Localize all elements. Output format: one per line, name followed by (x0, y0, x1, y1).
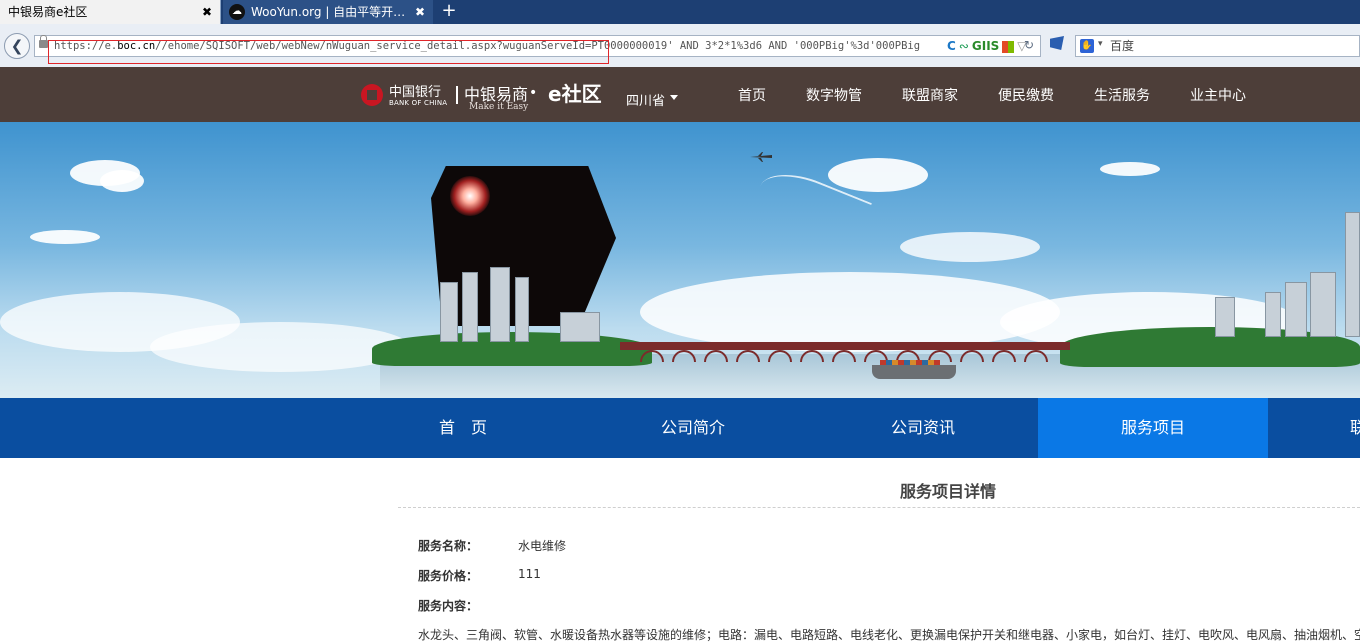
divider (398, 507, 1360, 508)
chevron-down-icon[interactable]: ▾ (1098, 39, 1103, 49)
building (462, 272, 478, 342)
bridge-arch (640, 350, 664, 362)
top-nav-owner-center[interactable]: 业主中心 (1190, 85, 1246, 105)
subnav-company-intro[interactable]: 公司简介 (578, 398, 808, 458)
bridge-arch (704, 350, 728, 362)
baidu-paw-icon[interactable]: ✋ (1080, 39, 1094, 53)
lens-flare (450, 176, 490, 216)
tab-wooyun[interactable]: ☁ WooYun.org | 自由平等开… ✖ (223, 0, 433, 24)
giis-badge[interactable]: GIIS (972, 39, 999, 53)
c-logo-icon[interactable]: C (947, 39, 956, 53)
bridge (620, 342, 1070, 350)
building (1215, 297, 1235, 337)
bridge-arch (992, 350, 1016, 362)
extension-icon[interactable] (1050, 36, 1064, 50)
bridge-arch (736, 350, 760, 362)
brand-divider (456, 86, 458, 104)
service-description: 水龙头、三角阀、软管、水暖设备热水器等设施的维修；电路：漏电、电路短路、电线老化… (418, 628, 1360, 642)
wave-icon[interactable]: ∾ (959, 39, 969, 53)
lock-icon (39, 35, 48, 48)
building (1310, 272, 1336, 337)
subnav-partial-item[interactable]: 联 (1268, 398, 1360, 458)
cloud (640, 272, 1060, 352)
sub-navigation: 首 页 公司简介 公司资讯 服务项目 联 (0, 398, 1360, 458)
tab-e-community[interactable]: 中银易商e社区 ✖ (0, 0, 221, 24)
building (560, 312, 600, 342)
site-title: e社区 (548, 82, 602, 106)
service-price-label: 服务价格： (418, 569, 479, 583)
building (515, 277, 529, 342)
top-nav-merchants[interactable]: 联盟商家 (902, 85, 958, 105)
cloud (828, 158, 928, 192)
brand-dot: • (529, 85, 538, 101)
building (490, 267, 510, 342)
service-price-value: 111 (518, 567, 541, 581)
bridge-arch (800, 350, 824, 362)
service-name-value: 水电维修 (518, 539, 567, 553)
subnav-company-news[interactable]: 公司资讯 (808, 398, 1038, 458)
bank-name-en: BANK OF CHINA (389, 99, 448, 107)
subnav-service-items[interactable]: 服务项目 (1038, 398, 1268, 458)
search-engine-label: 百度 (1110, 39, 1135, 53)
bank-name-cn: 中国银行 (389, 85, 442, 100)
cloud (1100, 162, 1160, 176)
bank-of-china-logo-icon[interactable] (361, 84, 383, 106)
address-bar-extension-icons: C ∾ GIIS ▽ (947, 39, 1030, 53)
cloud (900, 232, 1040, 262)
bridge-arch (1024, 350, 1048, 362)
top-nav-home[interactable]: 首页 (738, 85, 766, 105)
site-header: 中国银行 BANK OF CHINA 中银易商 Make it Easy • e… (0, 67, 1360, 122)
close-icon[interactable]: ✖ (202, 0, 212, 24)
back-arrow-icon[interactable]: ❮ (4, 33, 30, 59)
bridge-arch (768, 350, 792, 362)
building (440, 282, 458, 342)
reload-icon[interactable]: ↻ (1024, 38, 1034, 52)
chevron-down-icon[interactable] (670, 95, 678, 100)
windows-grid-icon[interactable] (1002, 40, 1015, 53)
plane-icon (750, 152, 772, 162)
wooyun-favicon-icon: ☁ (229, 4, 245, 20)
close-icon[interactable]: ✖ (415, 0, 425, 24)
top-nav-life-services[interactable]: 生活服务 (1094, 85, 1150, 105)
cloud (100, 170, 144, 192)
top-nav-payments[interactable]: 便民缴费 (998, 85, 1054, 105)
url-highlight-box (48, 40, 609, 64)
brand-slogan: Make it Easy (469, 102, 529, 112)
building (1265, 292, 1281, 337)
subnav-home[interactable]: 首 页 (348, 398, 578, 458)
service-content-label: 服务内容： (418, 599, 479, 613)
bridge-arch (672, 350, 696, 362)
cloud (30, 230, 100, 244)
new-tab-button[interactable]: + (438, 0, 460, 24)
top-nav-digital-property[interactable]: 数字物管 (806, 85, 862, 105)
island-left (372, 332, 652, 366)
tab-title: 中银易商e社区 (8, 5, 88, 19)
cloud (150, 322, 410, 372)
service-name-label: 服务名称： (418, 539, 479, 553)
bridge-arch (960, 350, 984, 362)
search-box[interactable]: ✋ ▾ 百度 (1075, 35, 1360, 57)
browser-tab-strip: 中银易商e社区 ✖ ☁ WooYun.org | 自由平等开… ✖ + (0, 0, 1360, 24)
tab-title: WooYun.org | 自由平等开… (251, 5, 406, 19)
hero-banner (0, 122, 1360, 398)
building (1345, 212, 1360, 337)
cargo-ship (872, 365, 956, 379)
building (1285, 282, 1307, 337)
page-title: 服务项目详情 (900, 482, 997, 501)
province-selector[interactable]: 四川省 (626, 90, 665, 109)
